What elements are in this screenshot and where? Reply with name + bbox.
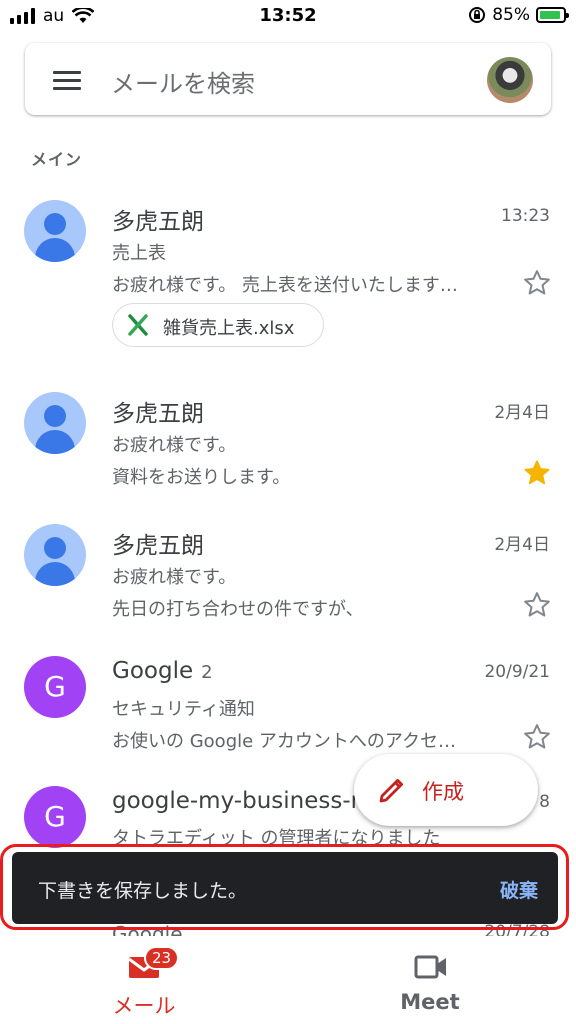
- mail-subject: お疲れ様です。: [112, 435, 237, 456]
- sender-avatar[interactable]: G: [24, 656, 86, 718]
- mail-row[interactable]: G Google 2 20/9/21 セキュリティ通知 お使いの Google ア…: [0, 646, 576, 766]
- star-icon[interactable]: [522, 268, 552, 298]
- mail-sender-name: Google: [112, 658, 194, 684]
- mail-snippet: お使いの Google アカウントへのアクセ…: [112, 731, 457, 752]
- bottom-nav: 23 メール Meet: [0, 936, 576, 1024]
- mail-snippet: 資料をお送りします。: [112, 467, 291, 488]
- unread-badge: 23: [144, 946, 180, 970]
- status-right: 85%: [468, 5, 569, 25]
- mail-sender: google-my-business-n: [112, 788, 366, 814]
- nav-mail-tab[interactable]: 23 メール: [94, 944, 194, 1024]
- mail-date: 2月4日: [494, 403, 550, 423]
- highlight-outline: [0, 844, 569, 930]
- mail-snippet: お疲れ様です。 売上表を送付いたします…: [112, 275, 458, 296]
- battery-percent: 85%: [492, 5, 530, 25]
- mail-row[interactable]: 多虎五朗 13:23 売上表 お疲れ様です。 売上表を送付いたします… 雑貨売上…: [0, 190, 576, 370]
- mail-sender: 多虎五朗: [112, 533, 204, 559]
- sender-avatar[interactable]: [24, 200, 86, 262]
- star-icon[interactable]: [522, 722, 552, 752]
- star-icon[interactable]: [522, 590, 552, 620]
- mail-date: 2月4日: [494, 535, 550, 555]
- search-input[interactable]: メールを検索: [111, 64, 255, 99]
- status-bar: au 13:52 85%: [0, 0, 576, 34]
- mail-sender: 多虎五朗: [112, 209, 204, 235]
- account-avatar[interactable]: [487, 57, 533, 103]
- nav-mail-label: メール: [112, 994, 176, 1018]
- mail-row[interactable]: 多虎五朗 2月4日 お疲れ様です。 資料をお送りします。: [0, 382, 576, 502]
- excel-file-icon: [128, 314, 148, 336]
- mail-snippet: 先日の打ち合わせの件ですが、: [112, 599, 364, 620]
- mail-row[interactable]: 多虎五朗 2月4日 お疲れ様です。 先日の打ち合わせの件ですが、: [0, 514, 576, 634]
- mail-date: 13:23: [501, 206, 550, 226]
- attachment-name: 雑貨売上表.xlsx: [163, 318, 295, 339]
- mail-sender: 多虎五朗: [112, 401, 204, 427]
- mail-subject: お疲れ様です。: [112, 567, 237, 588]
- rotation-lock-icon: [469, 7, 486, 23]
- sender-avatar[interactable]: [24, 524, 86, 586]
- nav-meet-label: Meet: [400, 990, 460, 1014]
- mail-subject: セキュリティ通知: [112, 699, 255, 720]
- compose-label: 作成: [422, 780, 464, 804]
- mail-date: 8: [539, 792, 550, 812]
- thread-count: 2: [201, 662, 213, 683]
- mail-date: 20/9/21: [484, 662, 550, 682]
- video-camera-icon: [414, 955, 446, 979]
- sender-avatar[interactable]: G: [24, 786, 86, 848]
- compose-button[interactable]: 作成: [354, 754, 538, 826]
- nav-meet-tab[interactable]: Meet: [380, 944, 480, 1024]
- mail-sender: Google 2: [112, 658, 213, 684]
- hamburger-menu-icon[interactable]: [53, 71, 81, 90]
- mail-subject: 売上表: [112, 243, 166, 264]
- pencil-icon: [379, 779, 403, 803]
- star-icon-filled[interactable]: [522, 458, 552, 488]
- attachment-chip[interactable]: 雑貨売上表.xlsx: [112, 303, 324, 347]
- battery-icon: [536, 7, 569, 23]
- section-label-primary: メイン: [31, 150, 83, 169]
- search-bar[interactable]: メールを検索: [25, 43, 551, 115]
- sender-avatar[interactable]: [24, 392, 86, 454]
